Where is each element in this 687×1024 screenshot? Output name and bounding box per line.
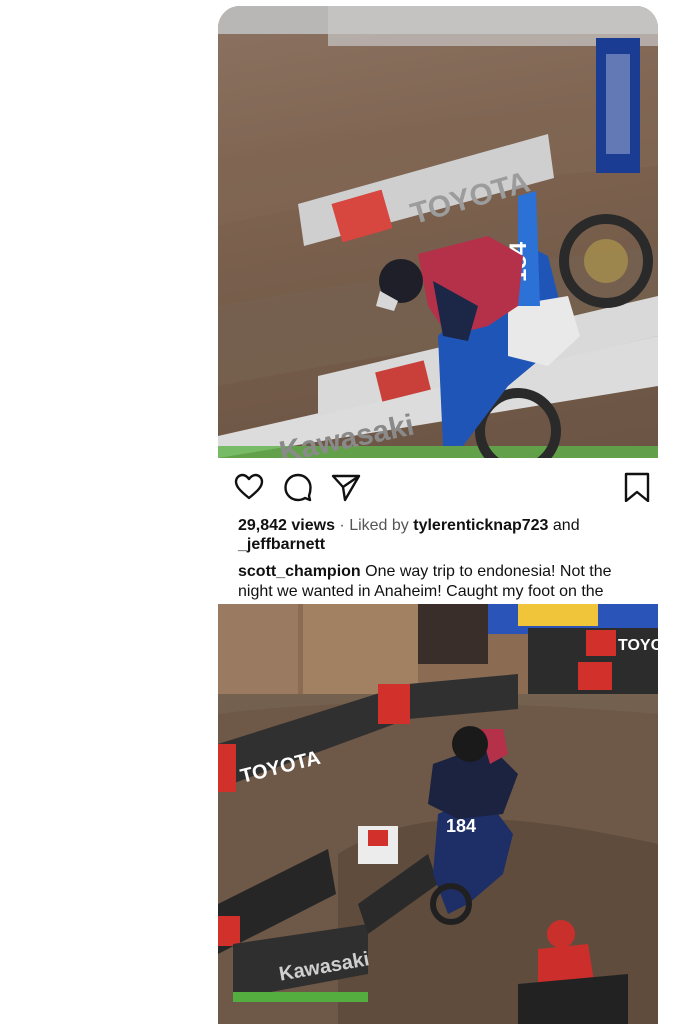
liked-by-and: and [552,517,580,534]
bookmark-icon[interactable] [622,472,652,503]
post-meta: 29,842 views · Liked by tylerenticknap72… [238,516,648,554]
action-bar [218,466,658,506]
bike-number: 184 [446,816,476,836]
comment-icon[interactable] [283,472,313,502]
post-video-bottom[interactable]: TOYO TOYOTA Kawasaki 184 [218,604,658,1024]
caption-username[interactable]: scott_champion [238,563,361,580]
motocross-scene-top: TOYOTA Kawasaki 184 [218,6,658,458]
heart-icon[interactable] [234,472,264,502]
liked-by-user[interactable]: tylerenticknap723 [413,517,548,534]
liked-by-prefix: · Liked by [339,517,409,534]
liked-by-user-2[interactable]: _jeffbarnett [238,536,325,553]
banner-brand-text-3: TOYO [618,637,658,654]
post-caption: scott_champion One way trip to endonesia… [238,562,648,602]
views-count[interactable]: 29,842 views [238,517,335,534]
send-icon[interactable] [331,472,361,502]
motocross-scene-bottom: TOYO TOYOTA Kawasaki 184 [218,604,658,1024]
post-video-top[interactable]: TOYOTA Kawasaki 184 [218,6,658,458]
